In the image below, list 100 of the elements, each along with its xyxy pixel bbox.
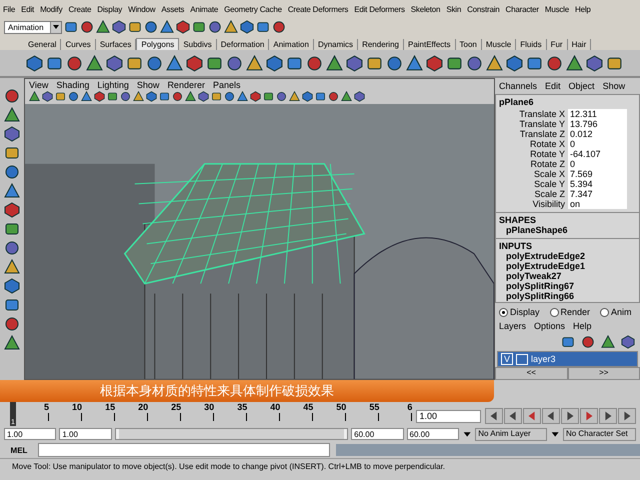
tool-icon[interactable]: [4, 316, 20, 332]
view-tool-icon[interactable]: [224, 91, 235, 102]
view-tool-icon[interactable]: [211, 91, 222, 102]
view-tool-icon[interactable]: [68, 91, 79, 102]
menu-item[interactable]: Window: [128, 4, 156, 14]
panel-menu-item[interactable]: Renderer: [167, 80, 205, 90]
shelf-tool-icon[interactable]: [66, 54, 83, 72]
channel-menu-item[interactable]: Edit: [545, 81, 561, 91]
view-tool-icon[interactable]: [81, 91, 92, 102]
tool-icon[interactable]: [64, 20, 78, 34]
view-tool-icon[interactable]: [328, 91, 339, 102]
shelf-tool-icon[interactable]: [486, 54, 503, 72]
shelf-tool-icon[interactable]: [46, 54, 63, 72]
menu-item[interactable]: Create: [68, 4, 92, 14]
template-toggle[interactable]: [516, 354, 528, 364]
menu-item[interactable]: Edit Deformers: [354, 4, 405, 14]
playback-icon[interactable]: [561, 408, 579, 424]
view-tool-icon[interactable]: [302, 91, 313, 102]
panel-menu-item[interactable]: View: [29, 80, 48, 90]
shelf-tool-icon[interactable]: [126, 54, 143, 72]
menu-item[interactable]: Geometry Cache: [224, 4, 282, 14]
current-time-field[interactable]: 1.00: [416, 410, 481, 423]
view-tool-icon[interactable]: [29, 91, 40, 102]
visibility-toggle[interactable]: V: [501, 353, 514, 365]
shelf-tool-icon[interactable]: [426, 54, 443, 72]
attribute-value[interactable]: 0.012: [568, 129, 627, 139]
view-tool-icon[interactable]: [42, 91, 53, 102]
shelf-tool-icon[interactable]: [386, 54, 403, 72]
view-tool-icon[interactable]: [198, 91, 209, 102]
playback-icon[interactable]: [542, 408, 560, 424]
tool-icon[interactable]: [128, 20, 142, 34]
tool-icon[interactable]: [4, 221, 20, 237]
attribute-value[interactable]: 7.347: [568, 189, 627, 199]
tool-icon[interactable]: [224, 20, 238, 34]
menu-item[interactable]: Modify: [40, 4, 62, 14]
menu-item[interactable]: Help: [575, 4, 591, 14]
menu-item[interactable]: Edit: [21, 4, 34, 14]
menu-item[interactable]: Skin: [446, 4, 462, 14]
view-tool-icon[interactable]: [133, 91, 144, 102]
tool-icon[interactable]: [112, 20, 126, 34]
layer-menu-item[interactable]: Layers: [499, 321, 526, 331]
shelf-tool-icon[interactable]: [366, 54, 383, 72]
shelf-tool-icon[interactable]: [26, 54, 43, 72]
input-node[interactable]: polyExtrudeEdge1: [496, 261, 639, 271]
shelf-tool-icon[interactable]: [506, 54, 523, 72]
input-node[interactable]: polySplitRing67: [496, 281, 639, 291]
shelf-tool-icon[interactable]: [526, 54, 543, 72]
layer-tool-icon[interactable]: [560, 335, 576, 349]
tool-icon[interactable]: [4, 183, 20, 199]
panel-menu-item[interactable]: Lighting: [97, 80, 129, 90]
playback-icon[interactable]: [504, 408, 522, 424]
shelf-tool-icon[interactable]: [86, 54, 103, 72]
menu-item[interactable]: Skeleton: [410, 4, 440, 14]
command-language-label[interactable]: MEL: [6, 446, 32, 454]
shelf-tab[interactable]: Polygons: [136, 38, 180, 50]
channel-menu-item[interactable]: Show: [602, 81, 626, 91]
shelf-tool-icon[interactable]: [286, 54, 303, 72]
tool-icon[interactable]: [96, 20, 110, 34]
playback-icon[interactable]: [580, 408, 598, 424]
nav-button[interactable]: >>: [568, 367, 640, 380]
attribute-value[interactable]: -64.107: [568, 149, 627, 159]
view-tool-icon[interactable]: [354, 91, 365, 102]
playback-icon[interactable]: [523, 408, 541, 424]
attribute-value[interactable]: 5.394: [568, 179, 627, 189]
tool-icon[interactable]: [240, 20, 254, 34]
view-tool-icon[interactable]: [107, 91, 118, 102]
view-tool-icon[interactable]: [341, 91, 352, 102]
tool-icon[interactable]: [176, 20, 190, 34]
attribute-value[interactable]: 12.311: [568, 109, 627, 119]
tool-icon[interactable]: [4, 335, 20, 351]
menu-item[interactable]: Character: [506, 4, 539, 14]
view-tool-icon[interactable]: [250, 91, 261, 102]
layer-row[interactable]: V layer3: [498, 352, 637, 366]
channel-menu-item[interactable]: Object: [568, 81, 595, 91]
tool-icon[interactable]: [80, 20, 94, 34]
layer-menu-item[interactable]: Options: [534, 321, 566, 331]
tool-icon[interactable]: [4, 164, 20, 180]
shelf-tool-icon[interactable]: [406, 54, 423, 72]
menu-item[interactable]: Display: [97, 4, 122, 14]
view-tool-icon[interactable]: [172, 91, 183, 102]
playback-icon[interactable]: [618, 408, 636, 424]
input-node[interactable]: polyTweak27: [496, 271, 639, 281]
view-tool-icon[interactable]: [146, 91, 157, 102]
playback-icon[interactable]: [485, 408, 503, 424]
nav-button[interactable]: <<: [495, 367, 568, 380]
shelf-tool-icon[interactable]: [146, 54, 163, 72]
shape-node[interactable]: pPlaneShape6: [496, 225, 639, 235]
end-time-field[interactable]: 60.00: [406, 428, 459, 440]
attribute-value[interactable]: 0: [568, 159, 627, 169]
tool-icon[interactable]: [208, 20, 222, 34]
tool-icon[interactable]: [4, 202, 20, 218]
tool-icon[interactable]: [4, 126, 20, 142]
shelf-tool-icon[interactable]: [166, 54, 183, 72]
tool-icon[interactable]: [144, 20, 158, 34]
panel-menu-item[interactable]: Shading: [56, 80, 90, 90]
channel-menu-item[interactable]: Channels: [499, 81, 538, 91]
shelf-tool-icon[interactable]: [106, 54, 123, 72]
panel-menu-item[interactable]: Panels: [212, 80, 240, 90]
shelf-tool-icon[interactable]: [326, 54, 343, 72]
view-tool-icon[interactable]: [94, 91, 105, 102]
